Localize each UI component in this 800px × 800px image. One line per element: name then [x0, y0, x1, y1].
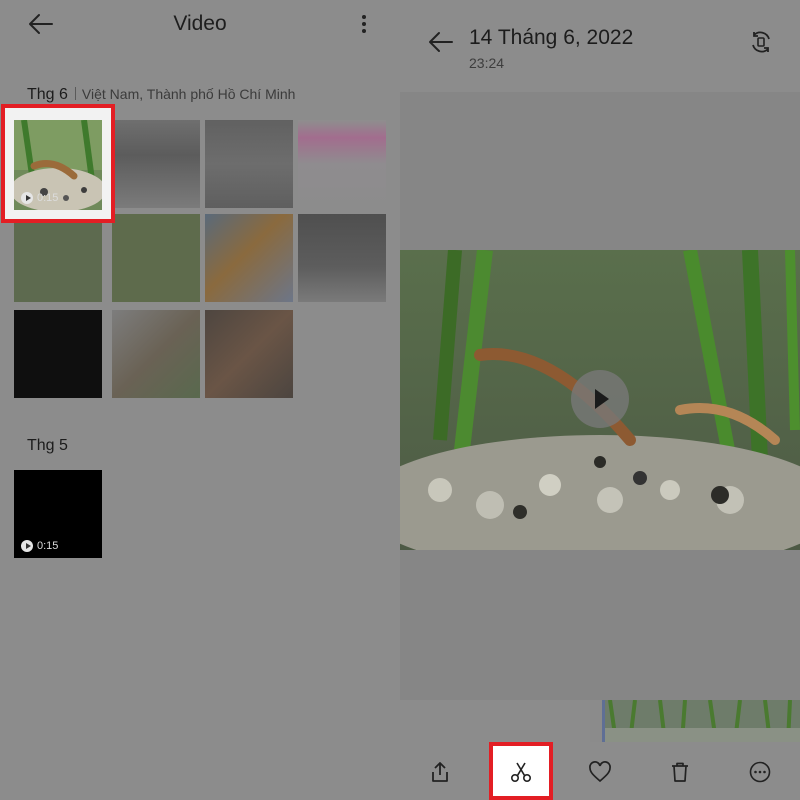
album-header: Video — [0, 0, 400, 50]
video-thumbnail[interactable] — [205, 120, 293, 208]
divider — [74, 87, 76, 100]
video-thumbnail[interactable] — [14, 310, 102, 398]
delete-button[interactable] — [660, 752, 700, 792]
favorite-button[interactable] — [580, 752, 620, 792]
play-button[interactable] — [571, 370, 629, 428]
video-viewer-panel: 14 Tháng 6, 2022 23:24 — [400, 0, 800, 800]
video-album-panel: Video Thg 6 Việt Nam, Thành phố Hồ Chí Mi… — [0, 0, 400, 800]
viewer-toolbar — [400, 742, 800, 800]
play-icon — [21, 540, 33, 552]
video-thumbnail[interactable] — [14, 214, 102, 302]
share-icon — [432, 762, 448, 782]
video-thumbnail[interactable] — [112, 214, 200, 302]
scissors-icon — [510, 762, 532, 783]
rotate-screen-icon[interactable] — [749, 30, 773, 54]
video-thumbnail[interactable] — [205, 214, 293, 302]
heart-icon — [589, 761, 611, 783]
album-title: Video — [173, 12, 227, 35]
video-thumbnail[interactable]: 0:15 — [14, 470, 102, 558]
video-thumbnail[interactable] — [298, 120, 386, 208]
section-header-june: Thg 6 Việt Nam, Thành phố Hồ Chí Minh — [27, 86, 295, 104]
more-icon — [749, 761, 771, 783]
section-location: Việt Nam, Thành phố Hồ Chí Minh — [81, 86, 296, 102]
video-time: 23:24 — [469, 55, 505, 71]
trash-icon — [672, 762, 688, 782]
video-thumbnail[interactable] — [112, 120, 200, 208]
video-date: 14 Tháng 6, 2022 — [469, 26, 634, 49]
selected-video-highlight[interactable]: 0:15 — [1, 104, 115, 223]
section-label: Thg 6 — [27, 86, 68, 103]
video-duration: 0:15 — [21, 540, 58, 552]
trim-video-button[interactable] — [501, 752, 541, 792]
section-label: Thg 5 — [27, 437, 68, 454]
share-button[interactable] — [420, 752, 460, 792]
filmstrip-frames — [590, 700, 800, 742]
back-arrow-icon[interactable] — [428, 30, 454, 54]
shrimp-video-thumbnail[interactable]: 0:15 — [14, 120, 102, 210]
more-options-button[interactable] — [740, 752, 780, 792]
section-header-may: Thg 5 — [27, 437, 68, 455]
video-thumbnail[interactable] — [298, 214, 386, 302]
duration-text: 0:15 — [37, 192, 59, 204]
viewer-header: 14 Tháng 6, 2022 23:24 — [400, 0, 800, 92]
duration-text: 0:15 — [37, 540, 59, 552]
video-player[interactable] — [400, 250, 800, 550]
video-thumbnail[interactable] — [205, 310, 293, 398]
video-thumbnail[interactable] — [112, 310, 200, 398]
video-duration: 0:15 — [21, 192, 58, 204]
more-vertical-icon[interactable] — [354, 12, 374, 36]
timeline-filmstrip[interactable] — [590, 700, 800, 742]
play-icon — [21, 192, 33, 204]
screenshot-stage: Video Thg 6 Việt Nam, Thành phố Hồ Chí Mi… — [0, 0, 800, 800]
